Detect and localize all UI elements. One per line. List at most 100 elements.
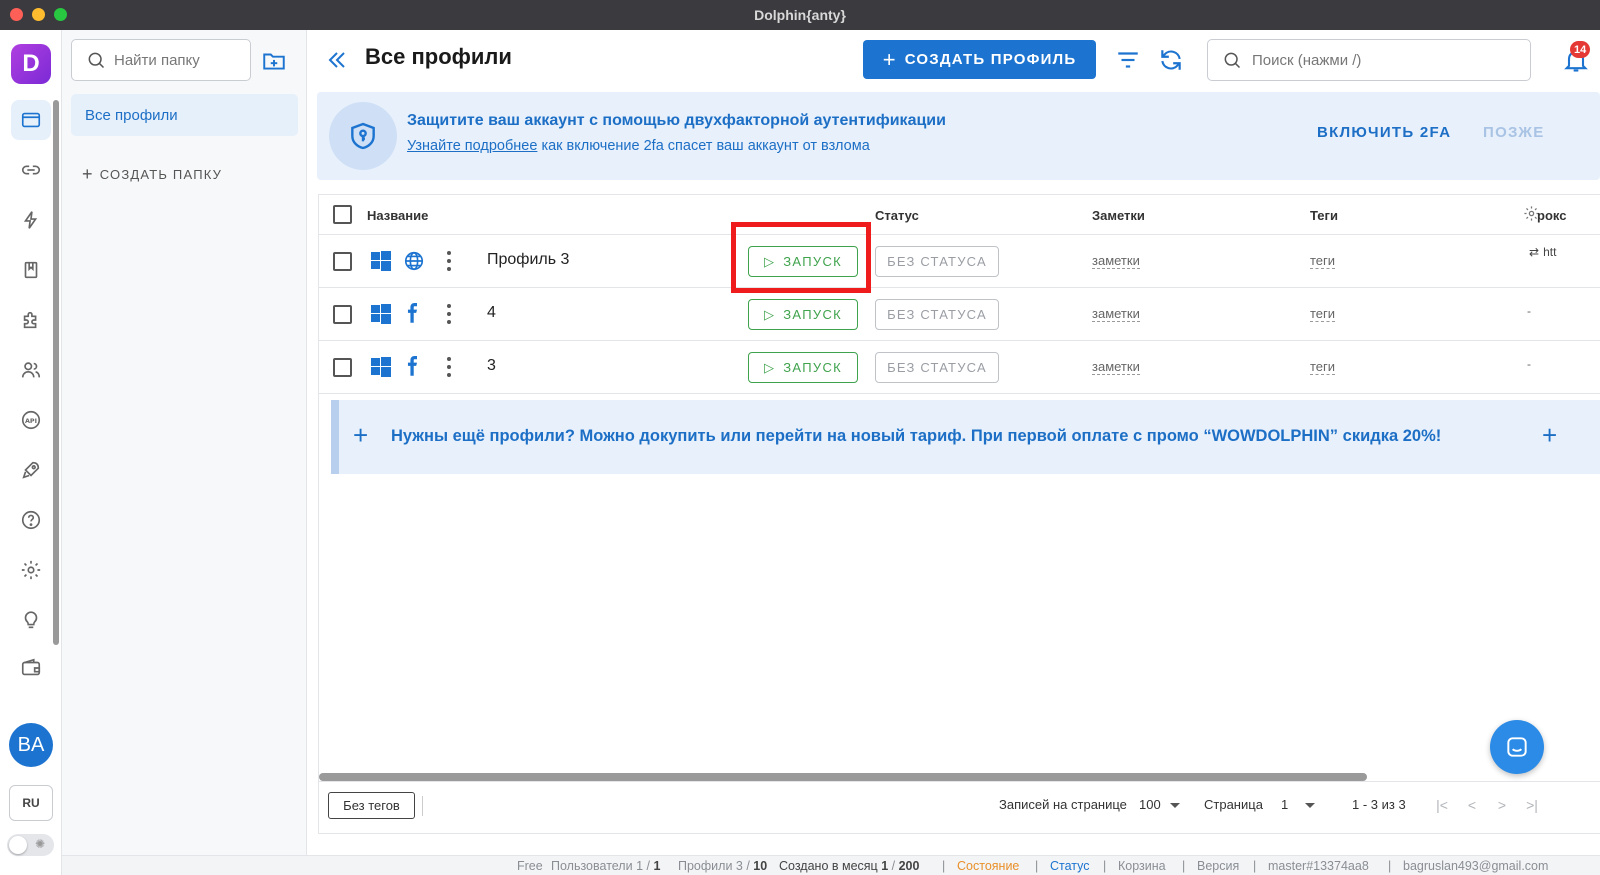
rail-links[interactable] (11, 150, 51, 190)
browser-window-icon (21, 112, 41, 128)
next-page-icon[interactable]: > (1493, 796, 1511, 814)
tags-cell[interactable]: теги (1310, 307, 1336, 322)
rail-profiles[interactable] (11, 100, 51, 140)
status-button[interactable]: БЕЗ СТАТУСА (875, 246, 999, 277)
profile-search-input[interactable]: Поиск (нажми /) (1207, 39, 1531, 81)
plus-icon: + (1542, 420, 1558, 450)
refresh-icon[interactable] (1158, 47, 1184, 73)
folder-all-profiles[interactable]: Все профили (71, 94, 298, 136)
more-options-icon[interactable] (445, 355, 453, 379)
enable-2fa-button[interactable]: ВКЛЮЧИТЬ 2FA (1317, 124, 1451, 141)
page-select[interactable]: 1 (1281, 797, 1288, 812)
create-profile-button[interactable]: + СОЗДАТЬ ПРОФИЛЬ (863, 40, 1096, 79)
horizontal-scrollbar[interactable] (319, 773, 1367, 781)
status-button[interactable]: БЕЗ СТАТУСА (875, 352, 999, 383)
rail-extensions[interactable] (11, 300, 51, 340)
filter-icon[interactable] (1115, 47, 1141, 73)
rail-users[interactable] (11, 350, 51, 390)
run-profile-button[interactable]: ▷ ЗАПУСК (748, 299, 858, 330)
trash-link[interactable]: Корзина (1118, 859, 1166, 873)
search-icon (1224, 52, 1241, 69)
rail-automation[interactable] (11, 200, 51, 240)
support-chat-button[interactable] (1490, 720, 1544, 774)
rail-settings[interactable] (11, 550, 51, 590)
rail-scrollbar[interactable] (53, 100, 59, 645)
status-bar: Free Пользователи 1 / 1 Профили 3 / 10 С… (62, 855, 1600, 875)
table-header: Название Статус Заметки Теги рокс (319, 195, 1600, 235)
notes-cell[interactable]: заметки (1092, 360, 1140, 375)
learn-more-link[interactable]: Узнайте подробнее (407, 138, 537, 154)
chat-icon (1507, 737, 1527, 757)
plan-label: Free (517, 859, 543, 873)
last-page-icon[interactable]: >| (1523, 796, 1541, 814)
folder-search-placeholder: Найти папку (114, 51, 200, 69)
row-checkbox[interactable] (333, 358, 352, 377)
folder-search-input[interactable]: Найти папку (71, 39, 251, 81)
proxy-cell[interactable]: - (1527, 357, 1531, 371)
rail-api[interactable]: API (11, 400, 51, 440)
profile-name[interactable]: Профиль 3 (487, 251, 569, 269)
settings-gear-icon (21, 560, 41, 580)
select-all-checkbox[interactable] (333, 205, 352, 224)
rail-wallet[interactable] (11, 648, 51, 688)
rail-ideas[interactable] (11, 600, 51, 640)
profiles-table: Название Статус Заметки Теги рокс Профил… (318, 194, 1600, 782)
more-options-icon[interactable] (445, 302, 453, 326)
table-footer: Без тегов Записей на странице 100 Страни… (318, 782, 1600, 834)
banner-subtitle: Узнайте подробнее как включение 2fa спас… (407, 138, 870, 154)
state-link[interactable]: Состояние (957, 859, 1019, 873)
maximize-window-button[interactable] (54, 8, 67, 21)
profile-name[interactable]: 4 (487, 304, 496, 322)
theme-toggle-knob (9, 836, 27, 854)
tags-cell[interactable]: теги (1310, 254, 1336, 269)
plus-icon: + (353, 420, 369, 450)
column-tags[interactable]: Теги (1310, 208, 1338, 223)
column-notes[interactable]: Заметки (1092, 208, 1145, 223)
column-status[interactable]: Статус (875, 208, 919, 223)
automation-icon (23, 211, 38, 229)
chevron-down-icon[interactable] (1305, 803, 1315, 808)
row-checkbox[interactable] (333, 252, 352, 271)
no-tags-filter-button[interactable]: Без тегов (328, 792, 415, 819)
column-name[interactable]: Название (367, 208, 428, 223)
create-folder-button[interactable]: + СОЗДАТЬ ПАПКУ (82, 164, 222, 185)
app-logo[interactable]: D (11, 44, 51, 84)
status-button[interactable]: БЕЗ СТАТУСА (875, 299, 999, 330)
first-page-icon[interactable]: |< (1433, 796, 1451, 814)
folder-panel: Найти папку Все профили + СОЗДАТЬ ПАПКУ (62, 30, 307, 855)
sun-icon: ✺ (35, 837, 46, 851)
status-link[interactable]: Статус (1050, 859, 1090, 873)
range-label: 1 - 3 из 3 (1352, 797, 1406, 812)
globe-icon (404, 251, 424, 271)
run-label: ЗАПУСК (783, 360, 843, 375)
notes-cell[interactable]: заметки (1092, 254, 1140, 269)
proxy-cell[interactable]: ⇄ htt (1529, 245, 1556, 259)
language-button[interactable]: RU (9, 785, 53, 821)
rail-bookmarks[interactable] (11, 250, 51, 290)
prev-page-icon[interactable]: < (1463, 796, 1481, 814)
theme-toggle[interactable]: ✺ (7, 834, 54, 856)
proxy-cell[interactable]: - (1527, 304, 1531, 318)
facebook-icon (407, 356, 418, 376)
play-icon: ▷ (763, 359, 776, 375)
tags-cell[interactable]: теги (1310, 360, 1336, 375)
chevron-down-icon[interactable] (1170, 803, 1180, 808)
add-folder-icon[interactable] (261, 48, 287, 74)
avatar[interactable]: BA (9, 723, 53, 767)
run-profile-button[interactable]: ▷ ЗАПУСК (748, 352, 858, 383)
upgrade-promo-banner[interactable]: + Нужны ещё профили? Можно докупить или … (331, 400, 1600, 474)
later-button[interactable]: ПОЗЖЕ (1483, 124, 1545, 141)
collapse-panel-icon[interactable] (325, 48, 349, 72)
column-proxy[interactable]: рокс (1537, 208, 1566, 223)
rail-rocket[interactable] (11, 450, 51, 490)
table-row: 3 ▷ ЗАПУСК БЕЗ СТАТУСА заметки теги - (319, 341, 1600, 394)
profile-name[interactable]: 3 (487, 357, 496, 375)
create-folder-label: СОЗДАТЬ ПАПКУ (99, 167, 223, 182)
row-checkbox[interactable] (333, 305, 352, 324)
rail-help[interactable] (11, 500, 51, 540)
minimize-window-button[interactable] (32, 8, 45, 21)
more-options-icon[interactable] (445, 249, 453, 273)
close-window-button[interactable] (10, 8, 23, 21)
notes-cell[interactable]: заметки (1092, 307, 1140, 322)
per-page-select[interactable]: 100 (1139, 797, 1161, 812)
